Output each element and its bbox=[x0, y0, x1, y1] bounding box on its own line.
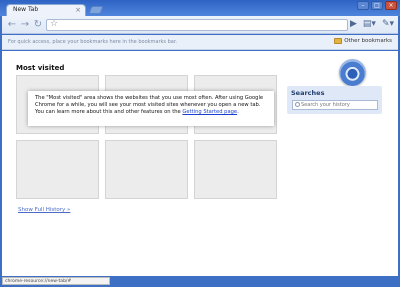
most-visited-info-end: . bbox=[237, 108, 239, 115]
getting-started-link[interactable]: Getting Started page bbox=[182, 109, 237, 115]
most-visited-title: Most visited bbox=[16, 64, 65, 72]
wrench-menu-icon[interactable]: ✎▾ bbox=[382, 19, 394, 29]
title-bar: New Tab × – □ × bbox=[0, 0, 400, 17]
folder-icon bbox=[334, 38, 343, 44]
history-search-input[interactable] bbox=[301, 101, 377, 109]
new-tab-page: Most visited The "Most visited" area sho… bbox=[2, 51, 398, 276]
browser-window: New Tab × – □ × ← → ↻ ☆ ▶ ▤▾ ✎▾ For quic… bbox=[0, 0, 400, 287]
maximize-button[interactable]: □ bbox=[371, 1, 383, 10]
searches-panel: Searches bbox=[287, 86, 382, 114]
thumbnail-slot[interactable] bbox=[194, 140, 277, 199]
search-icon bbox=[295, 102, 300, 107]
window-controls: – □ × bbox=[357, 1, 397, 10]
status-bar: chrome-resource://new-tab/# bbox=[2, 277, 110, 285]
toolbar-right: ▶ ▤▾ ✎▾ bbox=[350, 19, 394, 29]
most-visited-info: The "Most visited" area shows the websit… bbox=[28, 91, 274, 126]
show-full-history-link[interactable]: Show Full History » bbox=[18, 207, 70, 213]
go-icon[interactable]: ▶ bbox=[350, 19, 357, 29]
minimize-button[interactable]: – bbox=[357, 1, 369, 10]
close-button[interactable]: × bbox=[385, 1, 397, 10]
reload-icon[interactable]: ↻ bbox=[32, 19, 44, 31]
searches-title: Searches bbox=[291, 89, 325, 97]
bookmarks-hint: For quick access, place your bookmarks h… bbox=[8, 39, 178, 45]
toolbar: ← → ↻ ☆ ▶ ▤▾ ✎▾ bbox=[2, 16, 398, 34]
new-tab-button[interactable] bbox=[88, 6, 104, 14]
other-bookmarks-label: Other bookmarks bbox=[344, 38, 392, 44]
address-bar[interactable]: ☆ bbox=[46, 19, 348, 31]
forward-icon[interactable]: → bbox=[19, 19, 31, 31]
back-icon[interactable]: ← bbox=[6, 19, 18, 31]
star-icon[interactable]: ☆ bbox=[50, 19, 58, 29]
thumbnail-slot[interactable] bbox=[105, 140, 188, 199]
bookmarks-bar: For quick access, place your bookmarks h… bbox=[2, 35, 398, 50]
tab-close-icon[interactable]: × bbox=[75, 6, 81, 14]
chrome-logo bbox=[339, 59, 366, 86]
other-bookmarks-button[interactable]: Other bookmarks bbox=[334, 38, 392, 44]
tab-title: New Tab bbox=[13, 6, 39, 13]
page-menu-icon[interactable]: ▤▾ bbox=[363, 19, 376, 29]
history-search-box[interactable] bbox=[292, 100, 378, 110]
thumbnail-slot[interactable] bbox=[16, 140, 99, 199]
